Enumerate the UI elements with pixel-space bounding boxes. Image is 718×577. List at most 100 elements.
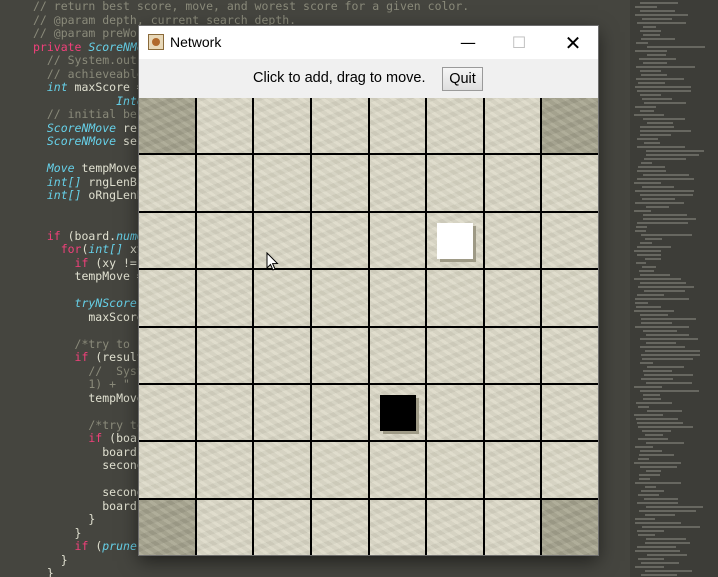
minimap-line	[643, 330, 677, 332]
board-cell[interactable]	[369, 270, 426, 326]
minimap-line	[636, 418, 678, 420]
board-cell[interactable]	[369, 212, 426, 269]
board-cell[interactable]	[311, 98, 368, 154]
board-cell[interactable]	[196, 499, 253, 555]
minimap-line	[635, 482, 681, 484]
minimap-line	[646, 206, 669, 208]
board-cell[interactable]	[369, 384, 426, 441]
game-board[interactable]	[139, 98, 598, 555]
board-cell[interactable]	[484, 212, 541, 269]
board-cell[interactable]	[311, 270, 368, 326]
board-cell[interactable]	[369, 98, 426, 154]
board-corner-cell[interactable]	[542, 98, 598, 154]
board-cell[interactable]	[254, 384, 310, 441]
board-cell[interactable]	[139, 155, 195, 211]
board-cell[interactable]	[427, 384, 483, 441]
minimize-button[interactable]: —	[445, 26, 491, 59]
minimap-line	[634, 310, 674, 312]
board-cell[interactable]	[427, 442, 483, 498]
board-cell[interactable]	[196, 384, 253, 441]
minimap-line	[635, 446, 653, 448]
code-token: }	[33, 525, 82, 540]
board-cell[interactable]	[254, 212, 310, 269]
maximize-button[interactable]: ☐	[496, 26, 542, 59]
minimap-line	[639, 454, 674, 456]
board-cell[interactable]	[484, 327, 541, 383]
minimap-line	[636, 78, 684, 80]
board-cell[interactable]	[542, 442, 598, 498]
board-cell[interactable]	[542, 270, 598, 326]
minimap-line	[645, 434, 663, 436]
board-cell[interactable]	[542, 212, 598, 269]
board-cell[interactable]	[542, 155, 598, 211]
editor-minimap[interactable]	[630, 0, 718, 577]
white-chip[interactable]	[437, 222, 474, 259]
minimap-line	[645, 514, 675, 516]
board-cell[interactable]	[311, 442, 368, 498]
board-cell[interactable]	[196, 270, 253, 326]
board-cell[interactable]	[139, 212, 195, 269]
board-corner-cell[interactable]	[542, 499, 598, 555]
board-cell[interactable]	[254, 499, 310, 555]
toolbar: Click to add, drag to move. Quit	[139, 60, 598, 98]
quit-button[interactable]: Quit	[442, 67, 483, 91]
board-cell[interactable]	[484, 442, 541, 498]
board-cell[interactable]	[484, 384, 541, 441]
code-token: tempMove	[33, 390, 144, 405]
board-cell[interactable]	[427, 155, 483, 211]
board-cell[interactable]	[196, 442, 253, 498]
black-chip[interactable]	[379, 394, 416, 431]
minimap-line	[639, 510, 696, 512]
board-cell[interactable]	[311, 327, 368, 383]
board-cell[interactable]	[542, 384, 598, 441]
board-cell[interactable]	[427, 270, 483, 326]
board-cell[interactable]	[196, 155, 253, 211]
minimap-line	[640, 110, 654, 112]
board-cell[interactable]	[484, 155, 541, 211]
board-cell[interactable]	[369, 327, 426, 383]
board-cell[interactable]	[542, 327, 598, 383]
board-cell[interactable]	[369, 155, 426, 211]
code-token: oRngLenB	[88, 188, 144, 202]
board-cell[interactable]	[254, 327, 310, 383]
board-cell[interactable]	[311, 212, 368, 269]
board-cell[interactable]	[427, 212, 483, 269]
window-titlebar[interactable]: Network — ☐ ✕	[139, 26, 598, 59]
board-cell[interactable]	[254, 155, 310, 211]
board-cell[interactable]	[484, 499, 541, 555]
code-token: /*try to	[33, 417, 144, 432]
board-cell[interactable]	[427, 98, 483, 154]
board-cell[interactable]	[196, 98, 253, 154]
minimap-line	[635, 6, 657, 8]
close-button[interactable]: ✕	[550, 26, 596, 59]
board-cell[interactable]	[254, 98, 310, 154]
board-cell[interactable]	[484, 98, 541, 154]
board-cell[interactable]	[311, 384, 368, 441]
board-cell[interactable]	[196, 212, 253, 269]
board-cell[interactable]	[484, 270, 541, 326]
board-cell[interactable]	[196, 327, 253, 383]
board-cell[interactable]	[369, 442, 426, 498]
board-cell[interactable]	[139, 384, 195, 441]
minimap-line	[637, 222, 688, 224]
board-cell[interactable]	[254, 442, 310, 498]
code-token: maxScore =	[74, 80, 144, 94]
board-cell[interactable]	[427, 499, 483, 555]
board-cell[interactable]	[311, 499, 368, 555]
board-corner-cell[interactable]	[139, 98, 195, 154]
code-token: // @param depth, current search depth.	[33, 12, 297, 27]
board-cell[interactable]	[427, 327, 483, 383]
board-cell[interactable]	[254, 270, 310, 326]
code-token: prune	[102, 539, 137, 553]
minimap-line	[643, 398, 661, 400]
board-cell[interactable]	[139, 327, 195, 383]
minimap-line	[639, 58, 676, 60]
board-cell[interactable]	[139, 270, 195, 326]
board-cell[interactable]	[311, 155, 368, 211]
board-cell[interactable]	[139, 442, 195, 498]
board-cell[interactable]	[369, 499, 426, 555]
code-token: ScoreNMove	[33, 134, 124, 148]
board-corner-cell[interactable]	[139, 499, 195, 555]
minimap-line	[637, 294, 664, 296]
code-line: }	[33, 553, 718, 568]
